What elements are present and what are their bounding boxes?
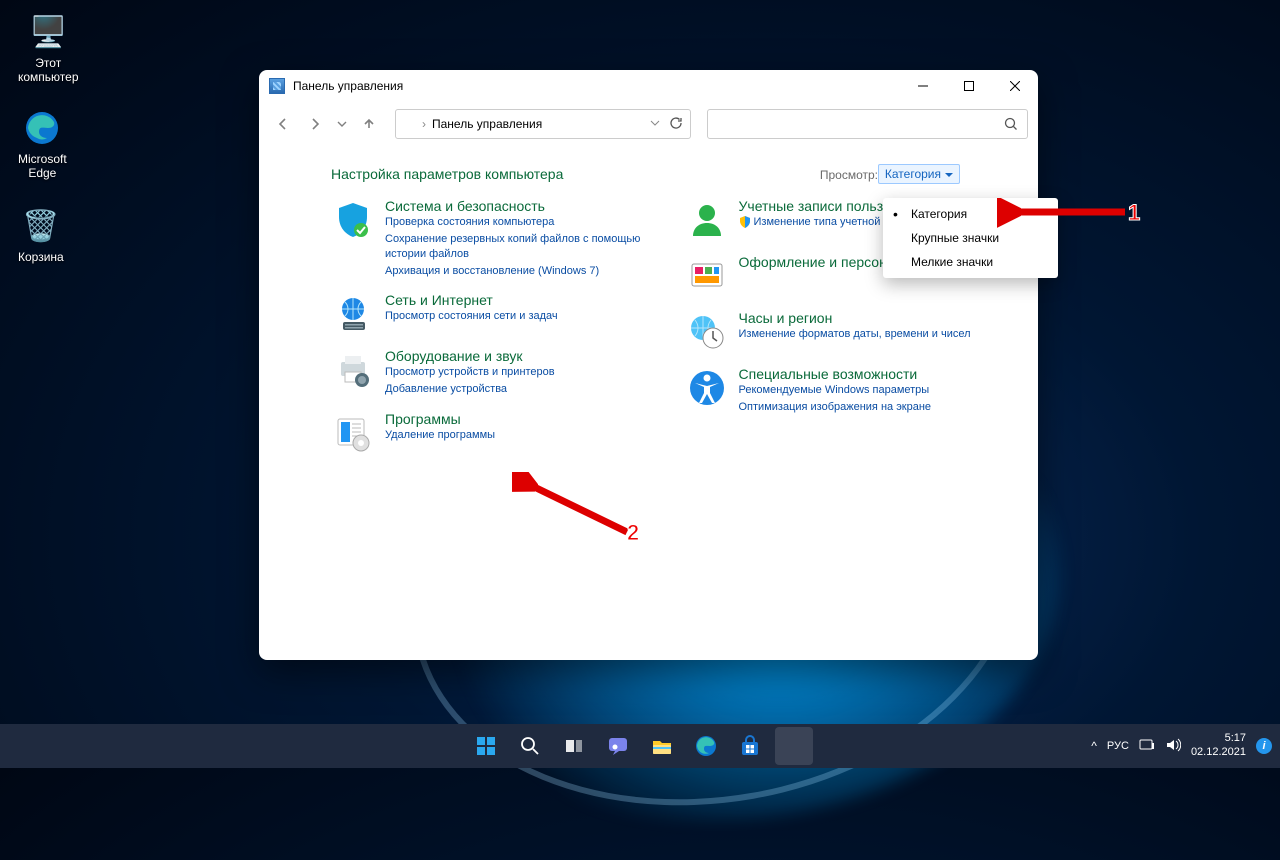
- recent-button[interactable]: [333, 110, 351, 138]
- taskbar-edge[interactable]: [687, 727, 725, 765]
- user-icon: [685, 198, 729, 242]
- desktop-label: Этот компьютер: [18, 56, 79, 84]
- search-icon: [1003, 116, 1019, 137]
- category-link[interactable]: Просмотр устройств и принтеров: [385, 365, 555, 380]
- taskbar-explorer[interactable]: [643, 727, 681, 765]
- category-network: Сеть и Интернет Просмотр состояния сети …: [331, 292, 661, 336]
- category-link[interactable]: Проверка состояния компьютера: [385, 215, 661, 230]
- control-panel-icon: [269, 78, 285, 94]
- appearance-icon: [685, 254, 729, 298]
- category-title[interactable]: Часы и регион: [739, 310, 971, 326]
- taskbar: ^ РУС 5:17 02.12.2021 i: [0, 724, 1280, 768]
- desktop-label: Корзина: [18, 250, 64, 264]
- category-link[interactable]: Изменение типа учетной за: [739, 215, 895, 230]
- taskbar-search[interactable]: [511, 727, 549, 765]
- breadcrumb[interactable]: Панель управления: [432, 117, 542, 131]
- programs-icon: [331, 411, 375, 455]
- category-system-security: Система и безопасность Проверка состояни…: [331, 198, 661, 280]
- view-label: Просмотр:: [820, 168, 878, 182]
- category-title[interactable]: Учетные записи польз: [739, 198, 895, 214]
- tray-clock[interactable]: 5:17 02.12.2021: [1191, 732, 1246, 760]
- address-bar[interactable]: › Панель управления: [395, 109, 691, 139]
- dropdown-item-large-icons[interactable]: Крупные значки: [883, 226, 1058, 250]
- view-dropdown[interactable]: Категория: [878, 164, 960, 184]
- printer-icon: [331, 348, 375, 392]
- start-button[interactable]: [467, 727, 505, 765]
- category-link[interactable]: Сохранение резервных копий файлов с помо…: [385, 232, 661, 262]
- globe-icon: [331, 292, 375, 336]
- category-title[interactable]: Специальные возможности: [739, 366, 932, 382]
- clock-time: 5:17: [1191, 732, 1246, 746]
- recycle-bin-icon: 🗑️: [21, 206, 61, 246]
- search-input[interactable]: [707, 109, 1028, 139]
- annotation-number-1: 1: [1128, 200, 1140, 226]
- breadcrumb-sep: ›: [422, 117, 426, 131]
- uac-shield-icon: [739, 216, 751, 228]
- category-title[interactable]: Программы: [385, 411, 495, 427]
- maximize-button[interactable]: [946, 70, 992, 102]
- category-link[interactable]: Просмотр состояния сети и задач: [385, 309, 558, 324]
- category-programs: Программы Удаление программы: [331, 411, 661, 455]
- titlebar[interactable]: Панель управления: [259, 70, 1038, 102]
- tray-overflow[interactable]: ^: [1091, 739, 1097, 753]
- view-dropdown-menu: Категория Крупные значки Мелкие значки: [883, 198, 1058, 278]
- tray-network-icon[interactable]: [1139, 737, 1155, 756]
- desktop-recycle[interactable]: 🗑️ Корзина: [18, 206, 64, 264]
- taskbar-store[interactable]: [731, 727, 769, 765]
- desktop-this-pc[interactable]: 🖥️ Этот компьютер: [18, 12, 79, 84]
- control-panel-window: Панель управления › Панель управления На…: [259, 70, 1038, 660]
- edge-icon: [22, 108, 62, 148]
- category-title[interactable]: Сеть и Интернет: [385, 292, 558, 308]
- category-link[interactable]: Оптимизация изображения на экране: [739, 400, 932, 415]
- clock-icon: [685, 310, 729, 354]
- desktop-label: Microsoft Edge: [18, 152, 67, 180]
- category-link[interactable]: Архивация и восстановление (Windows 7): [385, 264, 661, 279]
- chevron-down-icon[interactable]: [650, 117, 660, 131]
- category-link[interactable]: Изменение форматов даты, времени и чисел: [739, 327, 971, 342]
- taskbar-taskview[interactable]: [555, 727, 593, 765]
- category-link[interactable]: Добавление устройства: [385, 382, 555, 397]
- shield-icon: [331, 198, 375, 242]
- category-link[interactable]: Рекомендуемые Windows параметры: [739, 383, 932, 398]
- control-panel-icon: [402, 117, 416, 131]
- category-clock-region: Часы и регион Изменение форматов даты, в…: [685, 310, 1015, 354]
- back-button[interactable]: [269, 110, 297, 138]
- monitor-icon: 🖥️: [28, 12, 68, 52]
- accessibility-icon: [685, 366, 729, 410]
- window-title: Панель управления: [293, 79, 900, 93]
- clock-date: 02.12.2021: [1191, 746, 1246, 760]
- language-indicator[interactable]: РУС: [1107, 740, 1129, 752]
- category-accessibility: Специальные возможности Рекомендуемые Wi…: [685, 366, 1015, 417]
- category-link[interactable]: Удаление программы: [385, 428, 495, 443]
- category-title[interactable]: Оборудование и звук: [385, 348, 555, 364]
- left-column: Система и безопасность Проверка состояни…: [331, 198, 661, 467]
- forward-button[interactable]: [301, 110, 329, 138]
- nav-toolbar: › Панель управления: [259, 102, 1038, 146]
- desktop-edge[interactable]: Microsoft Edge: [18, 108, 67, 180]
- minimize-button[interactable]: [900, 70, 946, 102]
- close-button[interactable]: [992, 70, 1038, 102]
- dropdown-item-small-icons[interactable]: Мелкие значки: [883, 250, 1058, 274]
- refresh-button[interactable]: [668, 115, 684, 134]
- dropdown-item-category[interactable]: Категория: [883, 202, 1058, 226]
- up-button[interactable]: [355, 110, 383, 138]
- category-title[interactable]: Система и безопасность: [385, 198, 661, 214]
- tray-notifications-icon[interactable]: i: [1256, 738, 1272, 754]
- taskbar-control-panel[interactable]: [775, 727, 813, 765]
- tray-volume-icon[interactable]: [1165, 737, 1181, 756]
- taskbar-chat[interactable]: [599, 727, 637, 765]
- category-hardware-sound: Оборудование и звук Просмотр устройств и…: [331, 348, 661, 399]
